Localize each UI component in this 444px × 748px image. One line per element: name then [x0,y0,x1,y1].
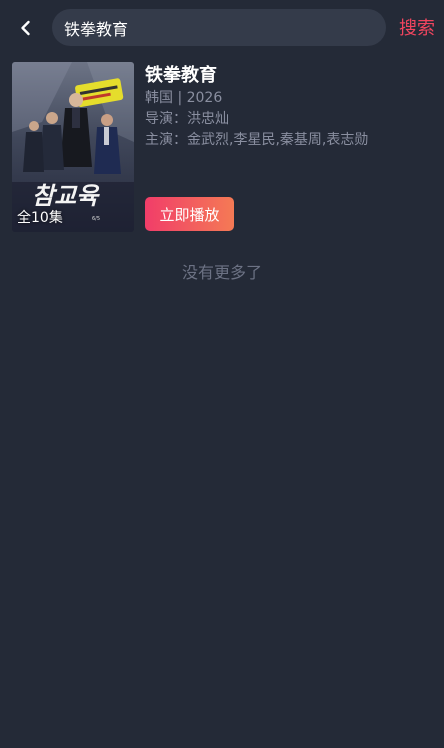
search-input[interactable] [64,18,364,37]
search-header: 搜索 [0,0,444,56]
no-more-text: 没有更多了 [181,263,262,282]
result-meta: 韩国 | 2026 [145,90,223,106]
episodes-badge: 全10集 [17,210,63,226]
svg-text:6/5: 6/5 [92,216,100,222]
result-cast: 主演：金武烈,李星民,秦基周,表志勋 [145,132,369,148]
chevron-left-icon [21,20,30,36]
poster-image[interactable]: 참교육 6/5 全10集 [12,62,134,232]
search-box[interactable] [52,9,386,46]
poster-title: 참교육 [32,182,100,210]
back-button[interactable] [10,12,42,44]
result-director: 导演：洪忠灿 [145,111,229,127]
search-button[interactable]: 搜索 [399,14,435,40]
result-info: 铁拳教育 韩国 | 2026 导演：洪忠灿 主演：金武烈,李星民,秦基周,表志勋… [145,62,430,232]
result-title[interactable]: 铁拳教育 [145,64,430,88]
result-item[interactable]: 참교육 6/5 全10集 铁拳教育 韩国 | 2026 导演：洪忠灿 主演：金武… [12,62,432,232]
play-now-button[interactable]: 立即播放 [145,197,234,231]
